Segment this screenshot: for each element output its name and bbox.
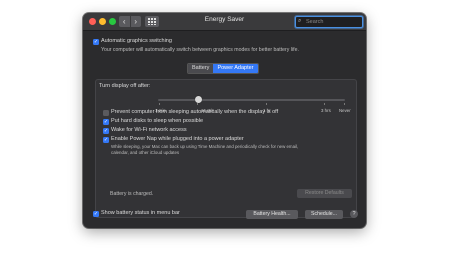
slider-tick xyxy=(197,103,198,105)
auto-graphics-label: Automatic graphics switching xyxy=(101,38,172,44)
prevent-sleep-checkbox[interactable] xyxy=(103,110,109,116)
search-placeholder: Search xyxy=(306,19,324,25)
tab-bar: Battery Power Adapter xyxy=(187,63,259,74)
power-nap-label: Enable Power Nap while plugged into a po… xyxy=(111,136,244,142)
prevent-sleep-label: Prevent computer from sleeping automatic… xyxy=(111,109,279,115)
display-sleep-slider[interactable] xyxy=(158,99,345,101)
tab-power-adapter[interactable]: Power Adapter xyxy=(213,64,258,73)
power-nap-description-2: calendar, and other iCloud updates xyxy=(111,150,180,155)
tick-label: 3 hrs xyxy=(321,108,331,113)
search-icon: ⌕ xyxy=(298,18,302,24)
battery-health-button[interactable]: Battery Health... xyxy=(246,210,298,219)
slider-tick xyxy=(266,103,267,105)
wake-wifi-label: Wake for Wi-Fi network access xyxy=(111,127,187,133)
hard-disk-sleep-checkbox[interactable]: ✓ xyxy=(103,119,109,125)
title-bar: ‹ › Energy Saver ⌕ Search xyxy=(83,13,366,31)
energy-saver-window: ‹ › Energy Saver ⌕ Search ✓ Automatic gr… xyxy=(83,13,366,228)
hard-disk-sleep-label: Put hard disks to sleep when possible xyxy=(111,118,204,124)
show-battery-status-checkbox[interactable]: ✓ xyxy=(93,211,99,217)
restore-defaults-button[interactable]: Restore Defaults xyxy=(297,189,352,198)
power-nap-checkbox[interactable]: ✓ xyxy=(103,137,109,143)
schedule-button[interactable]: Schedule... xyxy=(305,210,343,219)
display-sleep-label: Turn display off after: xyxy=(99,83,151,89)
battery-status-text: Battery is charged. xyxy=(110,191,154,197)
tab-battery[interactable]: Battery xyxy=(188,64,214,73)
help-button[interactable]: ? xyxy=(350,210,358,218)
slider-tick xyxy=(159,103,160,105)
display-sleep-slider-knob[interactable] xyxy=(195,96,202,103)
slider-tick xyxy=(324,103,325,105)
wake-wifi-checkbox[interactable]: ✓ xyxy=(103,128,109,134)
search-input[interactable]: ⌕ Search xyxy=(295,16,363,28)
tick-label: Never xyxy=(339,108,351,113)
auto-graphics-checkbox[interactable]: ✓ xyxy=(93,39,99,45)
slider-tick xyxy=(344,103,345,105)
show-battery-status-label: Show battery status in menu bar xyxy=(101,210,180,216)
auto-graphics-description: Your computer will automatically switch … xyxy=(101,47,299,53)
power-nap-description: While sleeping, your Mac can back up usi… xyxy=(111,144,299,149)
